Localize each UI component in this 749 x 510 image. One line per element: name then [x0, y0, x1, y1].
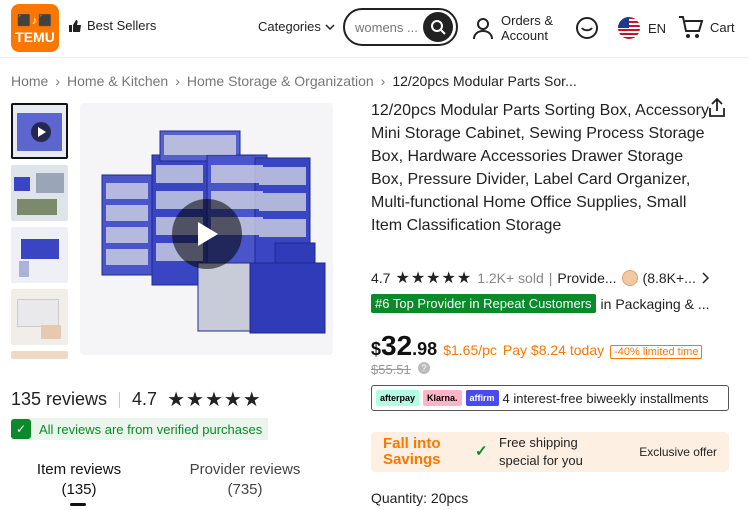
promo-banner: Fall into Savings ✓ Free shipping specia… — [371, 432, 729, 472]
rank-category[interactable]: in Packaging & ... — [601, 296, 710, 312]
search-button[interactable] — [423, 12, 453, 42]
logo-glyphs: ⬛♪⬛ — [17, 15, 53, 27]
price-row: $32.98 $1.65/pc Pay $8.24 today -40% lim… — [371, 330, 703, 362]
breadcrumb-current: 12/20pcs Modular Parts Sor... — [392, 73, 577, 89]
provider-link[interactable]: Provide... — [557, 270, 616, 286]
play-icon — [38, 127, 46, 137]
shield-check-icon: ✓ — [11, 419, 31, 439]
chevron-right-icon[interactable] — [701, 272, 709, 284]
best-sellers-label: Best Sellers — [87, 18, 157, 33]
check-icon: ✓ — [475, 443, 488, 460]
review-count: 135 reviews — [11, 389, 108, 409]
afterpay-badge: afterpay — [376, 390, 420, 406]
breadcrumb-separator: › — [175, 73, 180, 89]
rating-stars[interactable]: ★★★★★ — [395, 268, 472, 288]
pay-today: Pay $8.24 today — [502, 342, 605, 358]
rating-value: 4.7 — [371, 270, 391, 286]
language-label: EN — [648, 20, 667, 36]
breadcrumb: Home › Home & Kitchen › Home Storage & O… — [11, 73, 577, 89]
play-video-button[interactable] — [172, 199, 242, 269]
us-flag-icon — [618, 17, 640, 39]
thumbs-up-icon — [69, 19, 81, 32]
thumbnail-image[interactable] — [11, 351, 68, 359]
sale-price: $32.98 — [371, 330, 438, 361]
play-icon — [198, 222, 218, 246]
provider-follower-count: (8.8K+... — [642, 270, 696, 286]
product-main-image[interactable] — [80, 103, 333, 355]
installments-text: 4 interest-free biweekly installments — [502, 390, 709, 406]
rating-row: 4.7 ★★★★★ 1.2K+ sold | Provide... (8.8K+… — [371, 268, 709, 288]
help-icon[interactable]: ? — [418, 362, 430, 374]
provider-avatar[interactable] — [621, 270, 638, 286]
cart-button[interactable]: Cart — [678, 15, 735, 39]
top-header: ⬛♪⬛ TEMU Best Sellers Categories Orders … — [0, 0, 749, 58]
installments-banner[interactable]: afterpay Klarna. affirm 4 interest-free … — [371, 385, 729, 411]
thumbnail-image[interactable] — [11, 165, 68, 221]
tab-item-reviews[interactable]: Item reviews (135) — [30, 460, 128, 500]
thumbnail-list — [11, 103, 68, 365]
product-title: 12/20pcs Modular Parts Sorting Box, Acce… — [371, 102, 709, 234]
share-icon — [709, 97, 725, 117]
divider — [119, 391, 121, 408]
breadcrumb-home-kitchen[interactable]: Home & Kitchen — [67, 73, 168, 89]
thumbnail-image[interactable] — [11, 289, 68, 345]
share-button[interactable] — [708, 97, 726, 123]
search-input[interactable] — [355, 19, 425, 35]
best-sellers-link[interactable]: Best Sellers — [68, 18, 156, 33]
exclusive-offer-label: Exclusive offer — [639, 445, 717, 459]
cart-icon — [679, 16, 704, 38]
breadcrumb-separator: › — [55, 73, 61, 89]
chevron-down-icon — [325, 23, 335, 30]
chat-icon — [576, 17, 598, 39]
quantity-label[interactable]: Quantity: 20pcs — [371, 490, 468, 506]
rank-badge-row: #6 Top Provider in Repeat Customers in P… — [371, 294, 710, 313]
search-icon — [431, 20, 446, 35]
klarna-badge: Klarna. — [423, 390, 462, 406]
tab-provider-reviews[interactable]: Provider reviews (735) — [180, 460, 310, 500]
breadcrumb-separator: › — [380, 73, 386, 89]
affirm-badge: affirm — [465, 390, 499, 406]
reviews-header: 135 reviews 4.7 ★★★★★ — [11, 387, 262, 412]
discount-badge: -40% limited time — [610, 345, 703, 359]
categories-label: Categories — [258, 19, 321, 34]
breadcrumb-home[interactable]: Home — [11, 73, 48, 89]
per-piece-price: $1.65/pc — [443, 342, 497, 358]
orders-account-link[interactable]: Orders & Account — [471, 13, 553, 43]
logo-text: TEMU — [15, 29, 55, 45]
account-label: Account — [501, 28, 548, 43]
language-selector[interactable]: EN — [618, 17, 666, 39]
breadcrumb-storage[interactable]: Home Storage & Organization — [187, 73, 374, 89]
temu-logo[interactable]: ⬛♪⬛ TEMU — [11, 4, 59, 52]
cart-label: Cart — [710, 19, 735, 35]
thumbnail-image[interactable] — [11, 227, 68, 283]
categories-menu[interactable]: Categories — [258, 19, 335, 34]
orders-label: Orders & — [501, 13, 554, 28]
original-price: $55.51 — [371, 362, 411, 377]
free-shipping-text: Free shipping special for you — [499, 435, 583, 468]
promo-title: Fall into Savings — [383, 435, 441, 468]
review-stars: ★★★★★ — [167, 389, 262, 411]
support-chat-button[interactable] — [575, 16, 599, 45]
search-bar — [343, 8, 458, 46]
divider: | — [548, 270, 553, 286]
user-icon — [473, 18, 493, 40]
verified-text: All reviews are from verified purchases — [39, 421, 263, 437]
rank-badge[interactable]: #6 Top Provider in Repeat Customers — [371, 294, 596, 313]
active-tab-indicator — [70, 503, 86, 506]
thumbnail-video[interactable] — [11, 103, 68, 159]
review-rating: 4.7 — [132, 389, 158, 409]
sold-count: 1.2K+ sold — [477, 270, 544, 286]
verified-purchases-note: ✓ All reviews are from verified purchase… — [11, 418, 269, 440]
